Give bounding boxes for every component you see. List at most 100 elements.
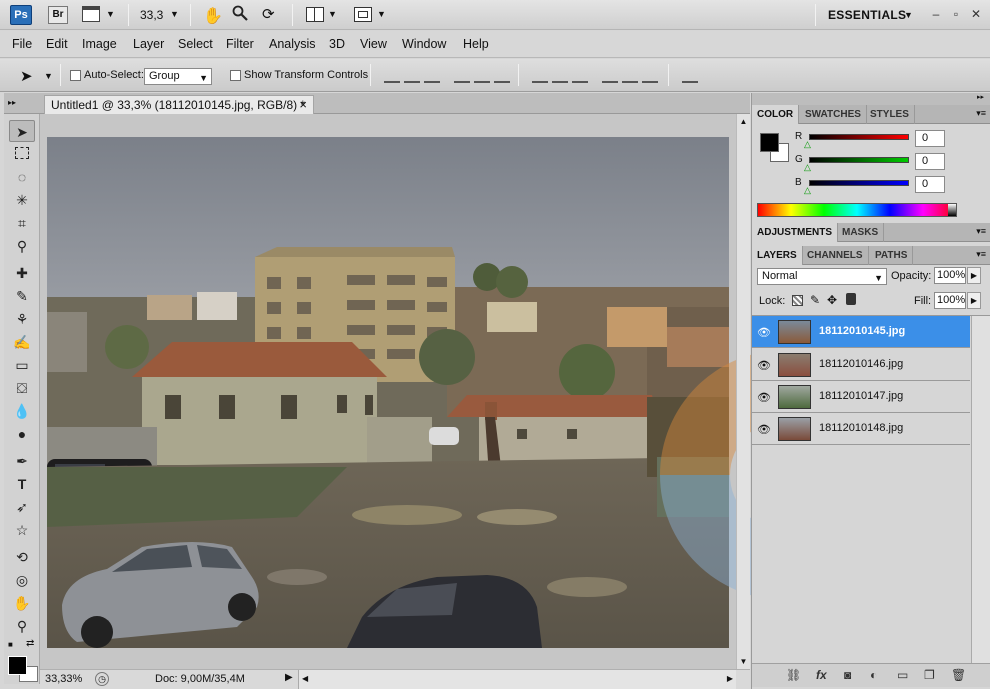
minimize-icon[interactable]: – (929, 7, 943, 21)
green-slider[interactable] (809, 157, 909, 163)
auto-align-layers-icon[interactable] (682, 69, 698, 83)
red-slider-thumb-icon[interactable]: △ (804, 139, 811, 150)
foreground-color-swatch[interactable] (8, 656, 27, 675)
hand-tool-icon[interactable]: ✋ (9, 592, 35, 614)
swap-colors-icon[interactable]: ⇄ (26, 638, 34, 649)
lock-image-pixels-icon[interactable]: ✎ (810, 293, 820, 307)
history-brush-tool-icon[interactable]: ✍ (9, 331, 35, 353)
red-slider[interactable] (809, 134, 909, 140)
show-transform-controls-checkbox[interactable] (230, 70, 241, 81)
eye-icon[interactable]: 👁 (757, 423, 771, 436)
screen-mode-dropdown-icon[interactable]: ▼ (377, 9, 386, 19)
close-tab-icon[interactable]: × (299, 96, 307, 114)
layers-scrollbar[interactable] (971, 316, 990, 663)
menu-analysis[interactable]: Analysis (269, 37, 316, 51)
opacity-input[interactable]: 100% (934, 267, 966, 284)
scroll-left-arrow-icon[interactable]: ◀ (302, 674, 308, 683)
distribute-bottom-edges-icon[interactable] (572, 69, 588, 83)
tab-color[interactable]: COLOR (752, 105, 800, 124)
paint-bucket-tool-icon[interactable]: ⛋ (9, 377, 35, 399)
3d-rotate-tool-icon[interactable]: ⟲ (9, 546, 35, 568)
rotate-view-icon[interactable]: ⟳ (262, 5, 275, 23)
screen-mode-icon[interactable] (354, 7, 372, 22)
magic-wand-tool-icon[interactable]: ✳ (9, 189, 35, 211)
lock-all-icon[interactable] (846, 293, 856, 305)
3d-orbit-tool-icon[interactable]: ◎ (9, 569, 35, 591)
view-extras-button[interactable] (82, 6, 100, 22)
marquee-tool-icon[interactable] (9, 143, 35, 165)
blue-value-input[interactable]: 0 (915, 176, 945, 193)
scroll-right-arrow-icon[interactable]: ▶ (727, 674, 733, 683)
shape-tool-icon[interactable]: ☆ (9, 519, 35, 541)
move-tool-icon[interactable]: ➤ (9, 120, 35, 142)
layer-style-fx-icon[interactable]: fx (816, 668, 827, 682)
new-layer-icon[interactable]: ❐ (924, 668, 935, 682)
green-slider-thumb-icon[interactable]: △ (804, 162, 811, 173)
align-left-edges-icon[interactable] (454, 69, 470, 83)
distribute-vertical-centers-icon[interactable] (552, 69, 568, 83)
fill-input[interactable]: 100% (934, 292, 966, 309)
tab-adjustments[interactable]: ADJUSTMENTS (752, 223, 839, 242)
new-group-icon[interactable]: ▭ (897, 668, 908, 682)
align-vertical-centers-icon[interactable] (404, 69, 420, 83)
menu-window[interactable]: Window (402, 37, 446, 51)
workspace-dropdown-icon[interactable]: ▼ (904, 10, 913, 20)
bridge-button[interactable]: Br (48, 6, 68, 24)
toolbox-header[interactable]: ▸▸ (4, 93, 40, 114)
status-zoom-field[interactable]: 33,33% (45, 673, 82, 685)
align-right-edges-icon[interactable] (494, 69, 510, 83)
auto-select-dropdown[interactable]: Group ▼ (144, 68, 212, 85)
menu-layer[interactable]: Layer (133, 37, 164, 51)
horizontal-scrollbar[interactable]: ◀ ▶ (298, 670, 736, 689)
lock-transparent-pixels-icon[interactable] (792, 295, 803, 306)
delete-layer-icon[interactable]: 🗑 (951, 668, 966, 682)
color-spectrum-ramp[interactable] (757, 203, 957, 217)
tool-preset-dropdown-icon[interactable]: ▼ (44, 71, 53, 81)
eye-icon[interactable]: 👁 (757, 391, 771, 404)
view-extras-dropdown-icon[interactable]: ▼ (106, 9, 115, 19)
type-tool-icon[interactable]: T (9, 473, 35, 495)
workspace-switcher[interactable]: ESSENTIALS (828, 8, 906, 22)
arrange-dropdown-icon[interactable]: ▼ (328, 9, 337, 19)
lock-position-icon[interactable]: ✥ (827, 293, 837, 307)
layer-row[interactable]: 👁 18112010148.jpg (752, 413, 970, 445)
layer-row[interactable]: 👁 18112010145.jpg (752, 316, 970, 348)
close-icon[interactable]: ✕ (969, 7, 983, 21)
spectrum-black-white[interactable] (948, 204, 956, 216)
tab-masks[interactable]: MASKS (837, 223, 885, 242)
panel-menu-icon[interactable]: ▾≡ (976, 249, 986, 260)
eye-icon[interactable]: 👁 (757, 326, 771, 339)
adjustment-layer-icon[interactable]: ◐ (870, 668, 877, 682)
lasso-tool-icon[interactable]: ◌ (9, 166, 35, 188)
menu-view[interactable]: View (360, 37, 387, 51)
blend-mode-dropdown[interactable]: Normal ▼ (757, 268, 887, 285)
move-tool-preset-icon[interactable]: ➤ (20, 67, 33, 85)
menu-edit[interactable]: Edit (46, 37, 68, 51)
opacity-slider-arrow-icon[interactable]: ▶ (967, 267, 981, 284)
distribute-horizontal-centers-icon[interactable] (622, 69, 638, 83)
scroll-up-arrow-icon[interactable]: ▲ (737, 117, 750, 126)
menu-help[interactable]: Help (463, 37, 489, 51)
hand-icon[interactable]: ✋ (203, 6, 223, 26)
red-value-input[interactable]: 0 (915, 130, 945, 147)
layer-row[interactable]: 👁 18112010147.jpg (752, 381, 970, 413)
status-menu-arrow-icon[interactable]: ▶ (285, 672, 293, 683)
brush-tool-icon[interactable]: ✎ (9, 285, 35, 307)
path-selection-tool-icon[interactable]: ➶ (9, 496, 35, 518)
link-layers-icon[interactable]: ⛓ (786, 668, 801, 682)
blue-slider[interactable] (809, 180, 909, 186)
healing-brush-tool-icon[interactable]: ✚ (9, 262, 35, 284)
tab-channels[interactable]: CHANNELS (802, 246, 869, 265)
tab-styles[interactable]: STYLES (865, 105, 915, 124)
tab-layers[interactable]: LAYERS (752, 246, 803, 265)
panel-menu-icon[interactable]: ▾≡ (976, 108, 986, 119)
tab-paths[interactable]: PATHS (870, 246, 914, 265)
vertical-scrollbar[interactable]: ▲ ▼ (736, 114, 750, 669)
maximize-icon[interactable]: ▫ (949, 7, 963, 21)
eraser-tool-icon[interactable]: ▭ (9, 354, 35, 376)
zoom-tool-icon[interactable]: ⚲ (9, 615, 35, 637)
menu-filter[interactable]: Filter (226, 37, 254, 51)
align-top-edges-icon[interactable] (384, 69, 400, 83)
eye-icon[interactable]: 👁 (757, 359, 771, 372)
default-colors-icon[interactable]: ■ (8, 640, 13, 649)
